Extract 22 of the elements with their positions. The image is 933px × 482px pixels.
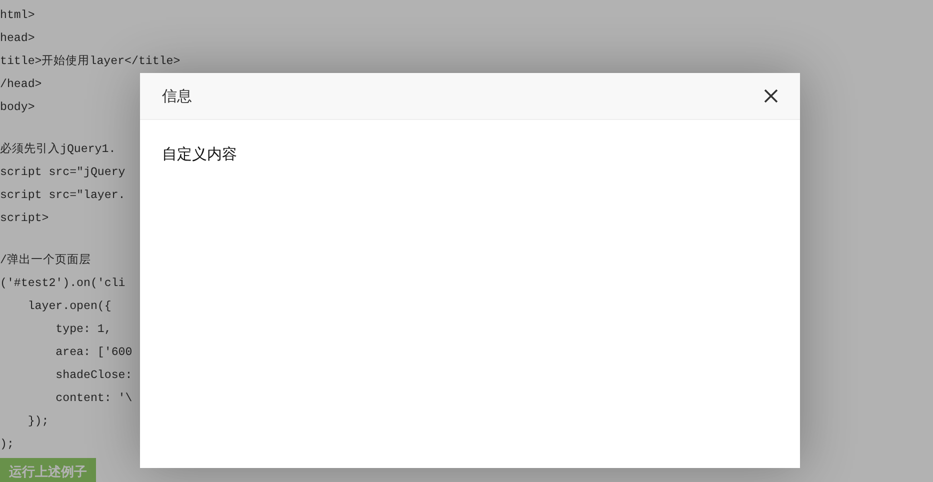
close-icon[interactable] [764, 89, 778, 103]
run-example-button[interactable]: 运行上述例子 [0, 458, 96, 482]
dialog-content: 自定义内容 [162, 145, 237, 163]
code-line: area: ['600 [54, 345, 132, 361]
code-line: shadeClose: [54, 368, 132, 384]
code-line: head> [0, 31, 35, 47]
code-line: title>开始使用layer</title> [0, 54, 180, 70]
code-line: type: 1, [54, 322, 112, 338]
code-line: 必须先引入jQuery1. [0, 142, 116, 158]
code-line: script src="layer. [0, 188, 126, 204]
code-line: /弹出一个页面层 [0, 252, 91, 269]
code-line: html> [0, 8, 35, 24]
code-line: ('#test2').on('cli [0, 276, 126, 292]
dialog-title: 信息 [162, 86, 192, 106]
code-line: script src="jQuery [0, 165, 126, 181]
code-line: /head> [0, 77, 42, 93]
code-line: content: '\ [54, 391, 132, 407]
code-line: layer.open({ [26, 299, 112, 315]
code-line: script> [0, 211, 49, 227]
code-line: ); [0, 437, 14, 453]
code-line: }); [26, 414, 49, 430]
code-line: body> [0, 100, 35, 116]
